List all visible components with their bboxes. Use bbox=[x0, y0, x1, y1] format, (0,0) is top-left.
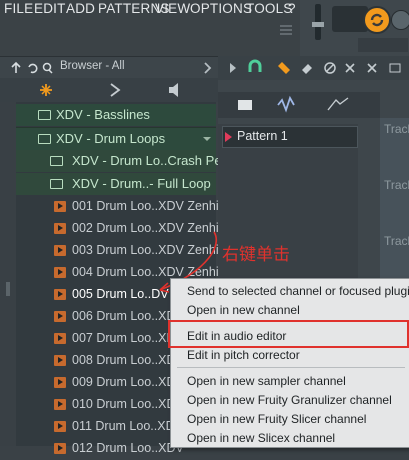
menu-item-edit-pitch-corrector[interactable]: Edit in pitch corrector bbox=[187, 348, 300, 362]
menu-separator bbox=[177, 367, 405, 368]
menu-item-send-to-channel[interactable]: Send to selected channel or focused plug… bbox=[187, 284, 409, 298]
menu-item-open-slicex[interactable]: Open in new Slicex channel bbox=[187, 431, 335, 445]
menu-item-open-granulizer[interactable]: Open in new Fruity Granulizer channel bbox=[187, 393, 392, 407]
menu-item-open-sampler[interactable]: Open in new sampler channel bbox=[187, 374, 346, 388]
menu-item-open-new-channel[interactable]: Open in new channel bbox=[187, 303, 300, 317]
context-menu: Send to selected channel or focused plug… bbox=[170, 278, 409, 448]
highlight-box bbox=[168, 320, 409, 348]
menu-item-open-slicer[interactable]: Open in new Fruity Slicer channel bbox=[187, 412, 366, 426]
